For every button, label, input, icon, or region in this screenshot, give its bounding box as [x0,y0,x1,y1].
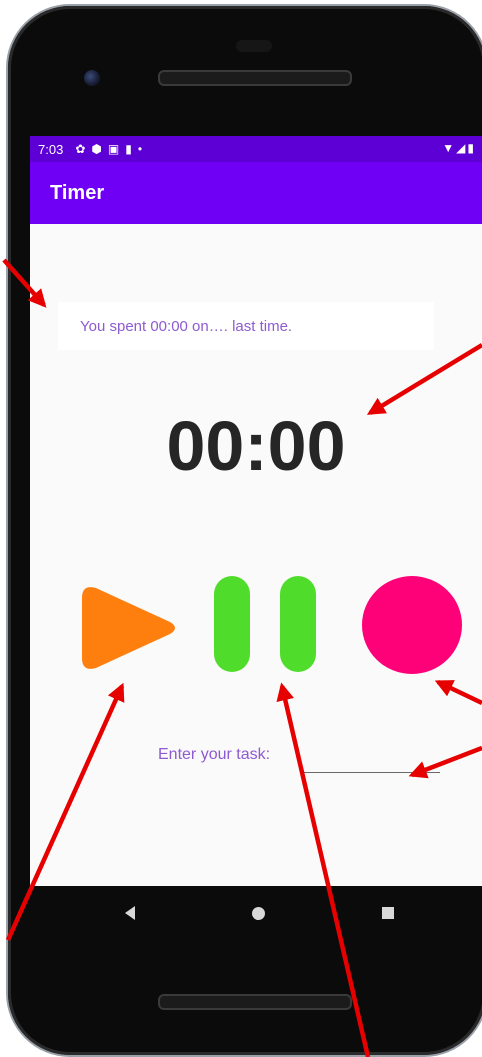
bottom-speaker [158,994,352,1010]
shield-icon: ⬢ [91,142,108,156]
task-label: Enter your task: [158,746,271,763]
timer-display: 00:00 [166,407,346,485]
nav-bar [30,886,482,942]
status-time: 7:03 [38,141,64,157]
top-speaker [158,70,352,86]
task-row: Enter your task: [158,740,458,776]
signal-icon: ◢ [456,141,468,155]
phone-frame: 7:03 ✿⬢▣▮• ▼◢▮ Timer You spent 00:00 on…… [8,6,482,1055]
square-icon: ▣ [107,142,126,156]
recents-icon[interactable] [382,907,394,919]
last-time-text: You spent 00:00 on…. last time. [80,317,293,335]
status-right-icons: ▼◢▮ [442,141,476,155]
back-icon[interactable] [125,906,135,920]
notch [236,40,272,52]
dot-icon: • [137,142,149,156]
home-icon[interactable] [252,907,265,920]
app-bar: Timer [30,162,482,224]
status-icons: ✿⬢▣▮• [75,142,148,156]
status-bar: 7:03 ✿⬢▣▮• ▼◢▮ [30,136,482,162]
pause-icon-bar-2 [280,576,316,672]
pause-icon [214,576,250,672]
app-title: Timer [50,182,105,204]
settings-icon: ✿ [75,142,92,156]
front-camera [84,70,100,86]
play-icon [82,587,175,669]
sim-card-icon: ▮ [125,142,138,156]
app-screen: 7:03 ✿⬢▣▮• ▼◢▮ Timer You spent 00:00 on…… [30,136,482,886]
last-time-card: You spent 00:00 on…. last time. [58,302,434,350]
task-input[interactable] [300,742,440,773]
battery-icon: ▮ [467,141,476,155]
stop-button[interactable] [362,576,462,674]
play-button[interactable] [78,582,180,674]
pause-button[interactable] [214,576,318,672]
timer-controls [30,576,482,676]
wifi-icon: ▼ [442,141,457,155]
